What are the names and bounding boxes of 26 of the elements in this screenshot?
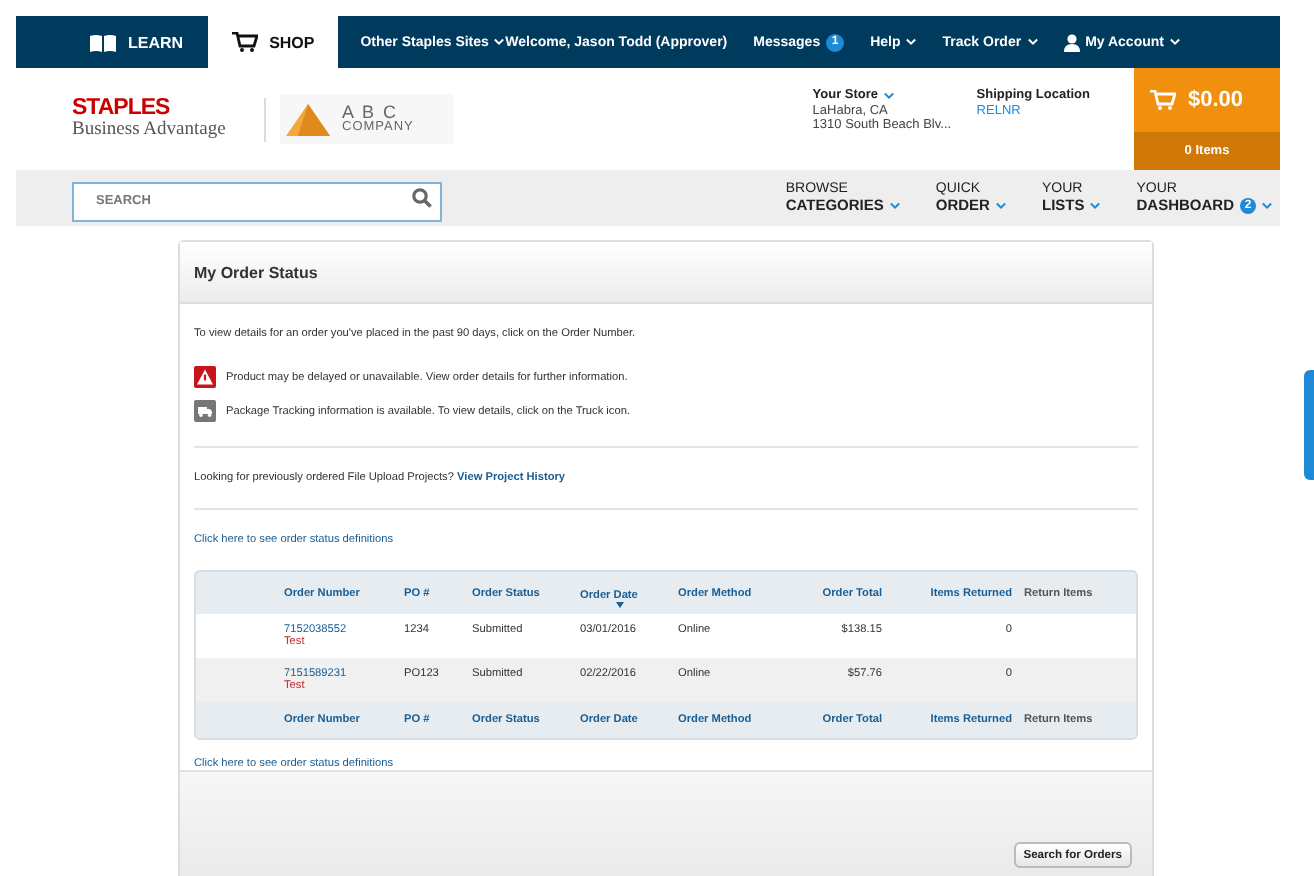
caret-icon: [494, 38, 505, 46]
nav-tab[interactable]: LEARN: [66, 16, 208, 68]
caret-icon: [884, 91, 895, 100]
brand-tagline: Business Advantage: [72, 120, 228, 140]
user-icon: [1063, 33, 1080, 51]
caret-icon: [995, 202, 1006, 210]
book-icon: [90, 33, 116, 51]
search-icon: [412, 188, 432, 208]
brand-logo: STAPLES: [72, 98, 172, 120]
feedback-tab[interactable]: [1304, 370, 1314, 480]
caret-icon: [1027, 38, 1038, 46]
truck-icon: [194, 400, 216, 422]
caret-icon: [889, 202, 900, 210]
caret-icon: [906, 38, 917, 46]
cart-icon: [1150, 90, 1176, 110]
sort-arrow-icon: [616, 601, 624, 607]
company-name: A B C: [342, 103, 399, 119]
caret-icon: [1170, 38, 1180, 46]
caret-icon: [1262, 202, 1272, 210]
warning-icon: [194, 366, 216, 388]
cart-total: $0.00: [1188, 88, 1244, 112]
nav-tab[interactable]: SHOP: [207, 16, 339, 68]
cart-icon: [231, 32, 258, 52]
triangle-logo-icon: [286, 103, 330, 135]
panel-title: My Order Status: [180, 242, 1152, 304]
caret-icon: [1090, 202, 1101, 210]
